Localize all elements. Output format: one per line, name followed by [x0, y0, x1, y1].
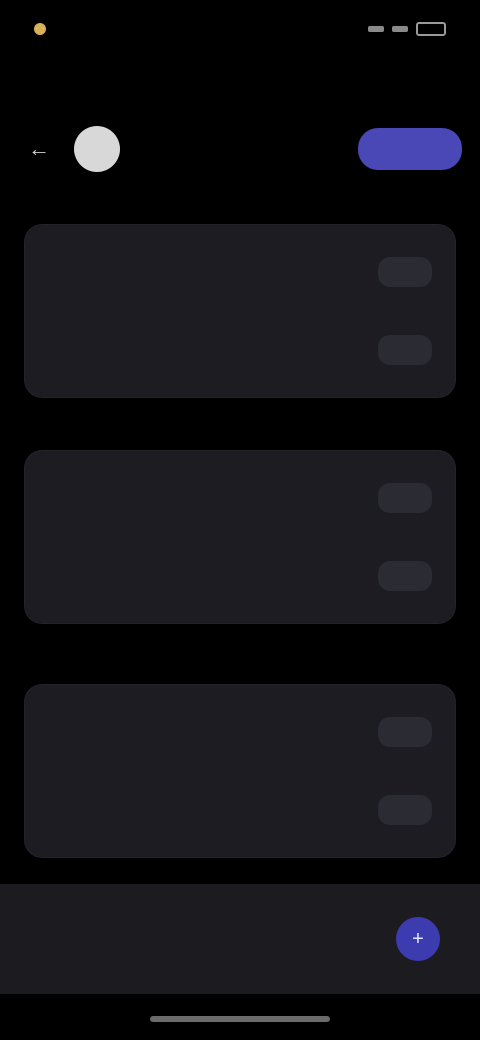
row-action-button[interactable]: [378, 795, 432, 825]
bottom-bar: +: [0, 884, 480, 994]
row-action-button[interactable]: [378, 561, 432, 591]
top-tab-row: ←: [22, 118, 462, 180]
row-action-button[interactable]: [378, 717, 432, 747]
arrow-left-icon: ←: [28, 136, 50, 161]
list-item[interactable]: [36, 462, 444, 534]
battery-icon: [416, 22, 446, 36]
row-action-button[interactable]: [378, 257, 432, 287]
status-bar: [0, 0, 480, 58]
status-time: [34, 23, 52, 35]
wifi-icon: [392, 26, 408, 32]
add-button[interactable]: +: [396, 917, 440, 961]
section-1: [24, 212, 456, 398]
section-2: [24, 438, 456, 624]
section-card: [24, 450, 456, 624]
primary-tab[interactable]: [358, 128, 462, 170]
row-action-button[interactable]: [378, 483, 432, 513]
plus-icon: +: [412, 927, 424, 950]
list-item[interactable]: [36, 774, 444, 846]
row-action-button[interactable]: [378, 335, 432, 365]
list-item[interactable]: [36, 696, 444, 768]
list-item[interactable]: [36, 236, 444, 308]
list-item[interactable]: [36, 314, 444, 386]
list-item[interactable]: [36, 540, 444, 612]
section-card: [24, 224, 456, 398]
section-3: [24, 672, 456, 858]
back-button[interactable]: ←: [22, 132, 56, 166]
profile-avatar[interactable]: [74, 126, 120, 172]
home-indicator[interactable]: [150, 1016, 330, 1022]
status-dot-icon: [34, 23, 46, 35]
status-indicators: [368, 22, 446, 36]
section-card: [24, 684, 456, 858]
signal-icon: [368, 26, 384, 32]
